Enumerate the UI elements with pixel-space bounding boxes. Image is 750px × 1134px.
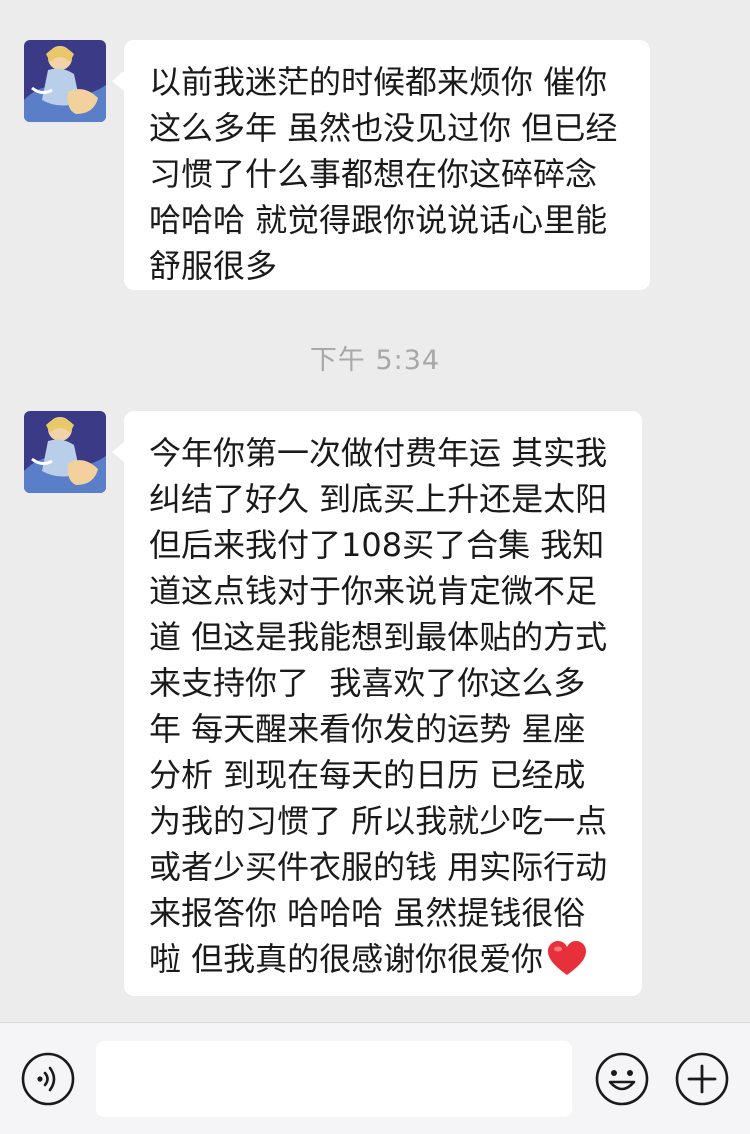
chat-area[interactable]: 以前我迷茫的时候都来烦你 催你 这么多年 虽然也没见过你 但已经习惯了什么事都想…	[0, 0, 750, 1022]
message-bubble-2[interactable]: 今年你第一次做付费年运 其实我纠结了好久 到底买上升还是太阳 但后来我付了108…	[112, 411, 642, 996]
message-input[interactable]	[96, 1041, 572, 1117]
input-bar	[0, 1022, 750, 1134]
red-heart-icon	[548, 941, 587, 975]
message-bubble-1[interactable]: 以前我迷茫的时候都来烦你 催你 这么多年 虽然也没见过你 但已经习惯了什么事都想…	[112, 40, 650, 290]
voice-icon[interactable]	[20, 1051, 76, 1107]
message-text: 今年你第一次做付费年运 其实我纠结了好久 到底买上升还是太阳 但后来我付了108…	[149, 434, 618, 978]
plus-icon[interactable]	[674, 1051, 730, 1107]
contact-avatar[interactable]	[24, 411, 106, 493]
contact-avatar[interactable]	[24, 40, 106, 122]
emoji-icon[interactable]	[594, 1051, 650, 1107]
message-timestamp: 下午 5:34	[309, 345, 441, 376]
